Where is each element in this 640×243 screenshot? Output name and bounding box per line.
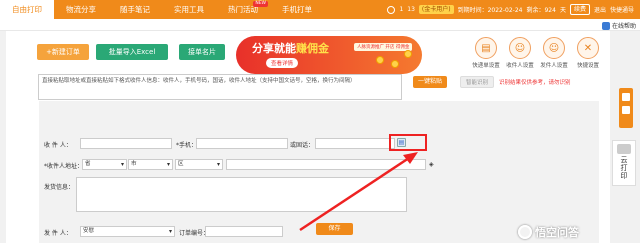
watermark: 悟空问答 xyxy=(518,224,579,240)
cloud-print-line1: 云 xyxy=(620,156,628,164)
cloud-print-line2: 打 xyxy=(620,164,628,172)
side-tools[interactable] xyxy=(619,88,633,128)
watermark-text: 悟空问答 xyxy=(535,226,579,239)
doc-icon xyxy=(622,106,630,114)
printer-icon xyxy=(617,144,631,154)
red-arrow-icon xyxy=(299,152,418,232)
cloud-print-line3: 印 xyxy=(620,172,628,180)
cloud-print[interactable]: 云 打 印 xyxy=(612,140,636,186)
wukong-logo-icon xyxy=(518,225,532,239)
doc-icon xyxy=(622,93,630,101)
